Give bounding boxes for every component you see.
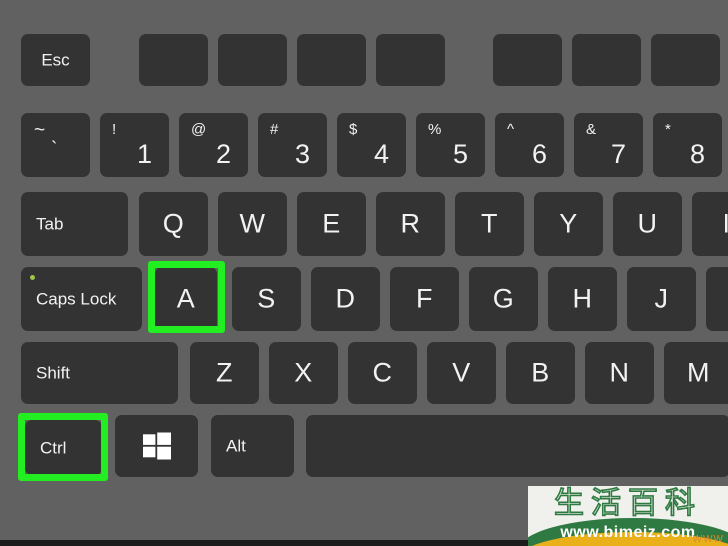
key-b-label: B: [531, 357, 550, 388]
key-grave-lower-legend: `: [51, 139, 58, 160]
key-capslock[interactable]: Caps Lock: [21, 267, 142, 331]
key-z[interactable]: Z: [190, 342, 259, 404]
key-alt-label: Alt: [226, 436, 246, 456]
key-6-lower-legend: 6: [531, 139, 547, 169]
key-n-label: N: [609, 357, 630, 388]
key-2-upper-legend: @: [191, 121, 207, 138]
key-d-label: D: [335, 283, 356, 314]
key-tab-label: Tab: [36, 214, 64, 234]
key-i-label: I: [722, 208, 728, 239]
key-q-label: Q: [162, 208, 185, 239]
key-8-lower-legend: 8: [689, 139, 705, 169]
key-r-label: R: [400, 208, 421, 239]
key-3[interactable]: #3: [258, 113, 327, 177]
key-6[interactable]: ^ 6: [495, 113, 564, 177]
key-1-upper-legend: !: [112, 121, 117, 138]
key-t-label: T: [481, 208, 498, 239]
key-5-upper-legend: %: [428, 121, 442, 138]
highlight-a: [148, 261, 225, 333]
key-3-lower-legend: 3: [294, 139, 310, 169]
key-y-label: Y: [559, 208, 578, 239]
watermark-sub-text: WWW: [692, 534, 724, 545]
key-7[interactable]: & 7: [574, 113, 643, 177]
key-esc-label: Esc: [41, 50, 70, 70]
key-f1[interactable]: [139, 34, 208, 86]
key-s-label: S: [257, 283, 276, 314]
key-f5[interactable]: [493, 34, 562, 86]
highlight-ctrl: [18, 413, 108, 481]
key-i[interactable]: I: [692, 192, 728, 256]
key-v-label: V: [452, 357, 471, 388]
key-4-upper-legend: $: [349, 121, 358, 138]
key-e[interactable]: E: [297, 192, 366, 256]
key-d[interactable]: D: [311, 267, 380, 331]
key-shift-label: Shift: [36, 363, 71, 383]
key-j[interactable]: J: [627, 267, 696, 331]
key-j-label: J: [654, 283, 669, 314]
key-z-label: Z: [216, 357, 233, 388]
key-1-lower-legend: 1: [136, 139, 152, 169]
key-3-upper-legend: #: [270, 121, 279, 138]
key-c[interactable]: C: [348, 342, 417, 404]
keyboard-screenshot: Esc ~ `! 1 @2 #3 $4% 5 ^ 6 & 7 * 8 Tab Q W E R T Y U I Caps Loc…: [0, 0, 728, 546]
key-grave-upper-legend: ~: [34, 120, 46, 141]
key-f7[interactable]: [651, 34, 720, 86]
key-4[interactable]: $4: [337, 113, 406, 177]
key-spacebar[interactable]: [306, 415, 728, 477]
key-4-lower-legend: 4: [373, 139, 389, 169]
key-grave[interactable]: ~ `: [21, 113, 90, 177]
key-h[interactable]: H: [548, 267, 617, 331]
key-7-lower-legend: 7: [610, 139, 626, 169]
key-1[interactable]: ! 1: [100, 113, 169, 177]
watermark: 生活百科 www.bimeiz.com WWW: [528, 486, 728, 546]
watermark-chinese-text: 生活百科: [553, 486, 702, 521]
key-f-label: F: [416, 283, 433, 314]
key-f6[interactable]: [572, 34, 641, 86]
key-x-label: X: [294, 357, 313, 388]
key-s[interactable]: S: [232, 267, 301, 331]
key-g-label: G: [492, 283, 515, 314]
key-win[interactable]: [115, 415, 198, 477]
windows-logo-icon: [142, 432, 171, 460]
key-v[interactable]: V: [427, 342, 496, 404]
key-f3[interactable]: [297, 34, 366, 86]
key-esc[interactable]: Esc: [21, 34, 90, 86]
key-w-label: W: [239, 208, 266, 239]
key-alt[interactable]: Alt: [211, 415, 294, 477]
key-t[interactable]: T: [455, 192, 524, 256]
key-q[interactable]: Q: [139, 192, 208, 256]
key-n[interactable]: N: [585, 342, 654, 404]
caps-lock-led-icon: [30, 275, 35, 280]
key-x[interactable]: X: [269, 342, 338, 404]
key-capslock-label: Caps Lock: [36, 289, 117, 309]
key-5[interactable]: % 5: [416, 113, 485, 177]
key-y[interactable]: Y: [534, 192, 603, 256]
key-2-lower-legend: 2: [215, 139, 231, 169]
key-c-label: C: [372, 357, 393, 388]
key-tab[interactable]: Tab: [21, 192, 128, 256]
key-6-upper-legend: ^: [507, 121, 515, 138]
key-h-label: H: [572, 283, 593, 314]
key-u[interactable]: U: [613, 192, 682, 256]
key-u-label: U: [637, 208, 658, 239]
key-8[interactable]: * 8: [653, 113, 722, 177]
key-f2[interactable]: [218, 34, 287, 86]
key-e-label: E: [322, 208, 341, 239]
key-m[interactable]: M: [664, 342, 728, 404]
key-k[interactable]: [706, 267, 728, 331]
key-7-upper-legend: &: [586, 121, 597, 138]
key-g[interactable]: G: [469, 267, 538, 331]
key-f[interactable]: F: [390, 267, 459, 331]
key-f4[interactable]: [376, 34, 445, 86]
key-shift[interactable]: Shift: [21, 342, 178, 404]
key-2[interactable]: @2: [179, 113, 248, 177]
key-w[interactable]: W: [218, 192, 287, 256]
key-b[interactable]: B: [506, 342, 575, 404]
key-m-label: M: [687, 357, 710, 388]
key-r[interactable]: R: [376, 192, 445, 256]
key-5-lower-legend: 5: [452, 139, 468, 169]
key-8-upper-legend: *: [665, 121, 671, 138]
